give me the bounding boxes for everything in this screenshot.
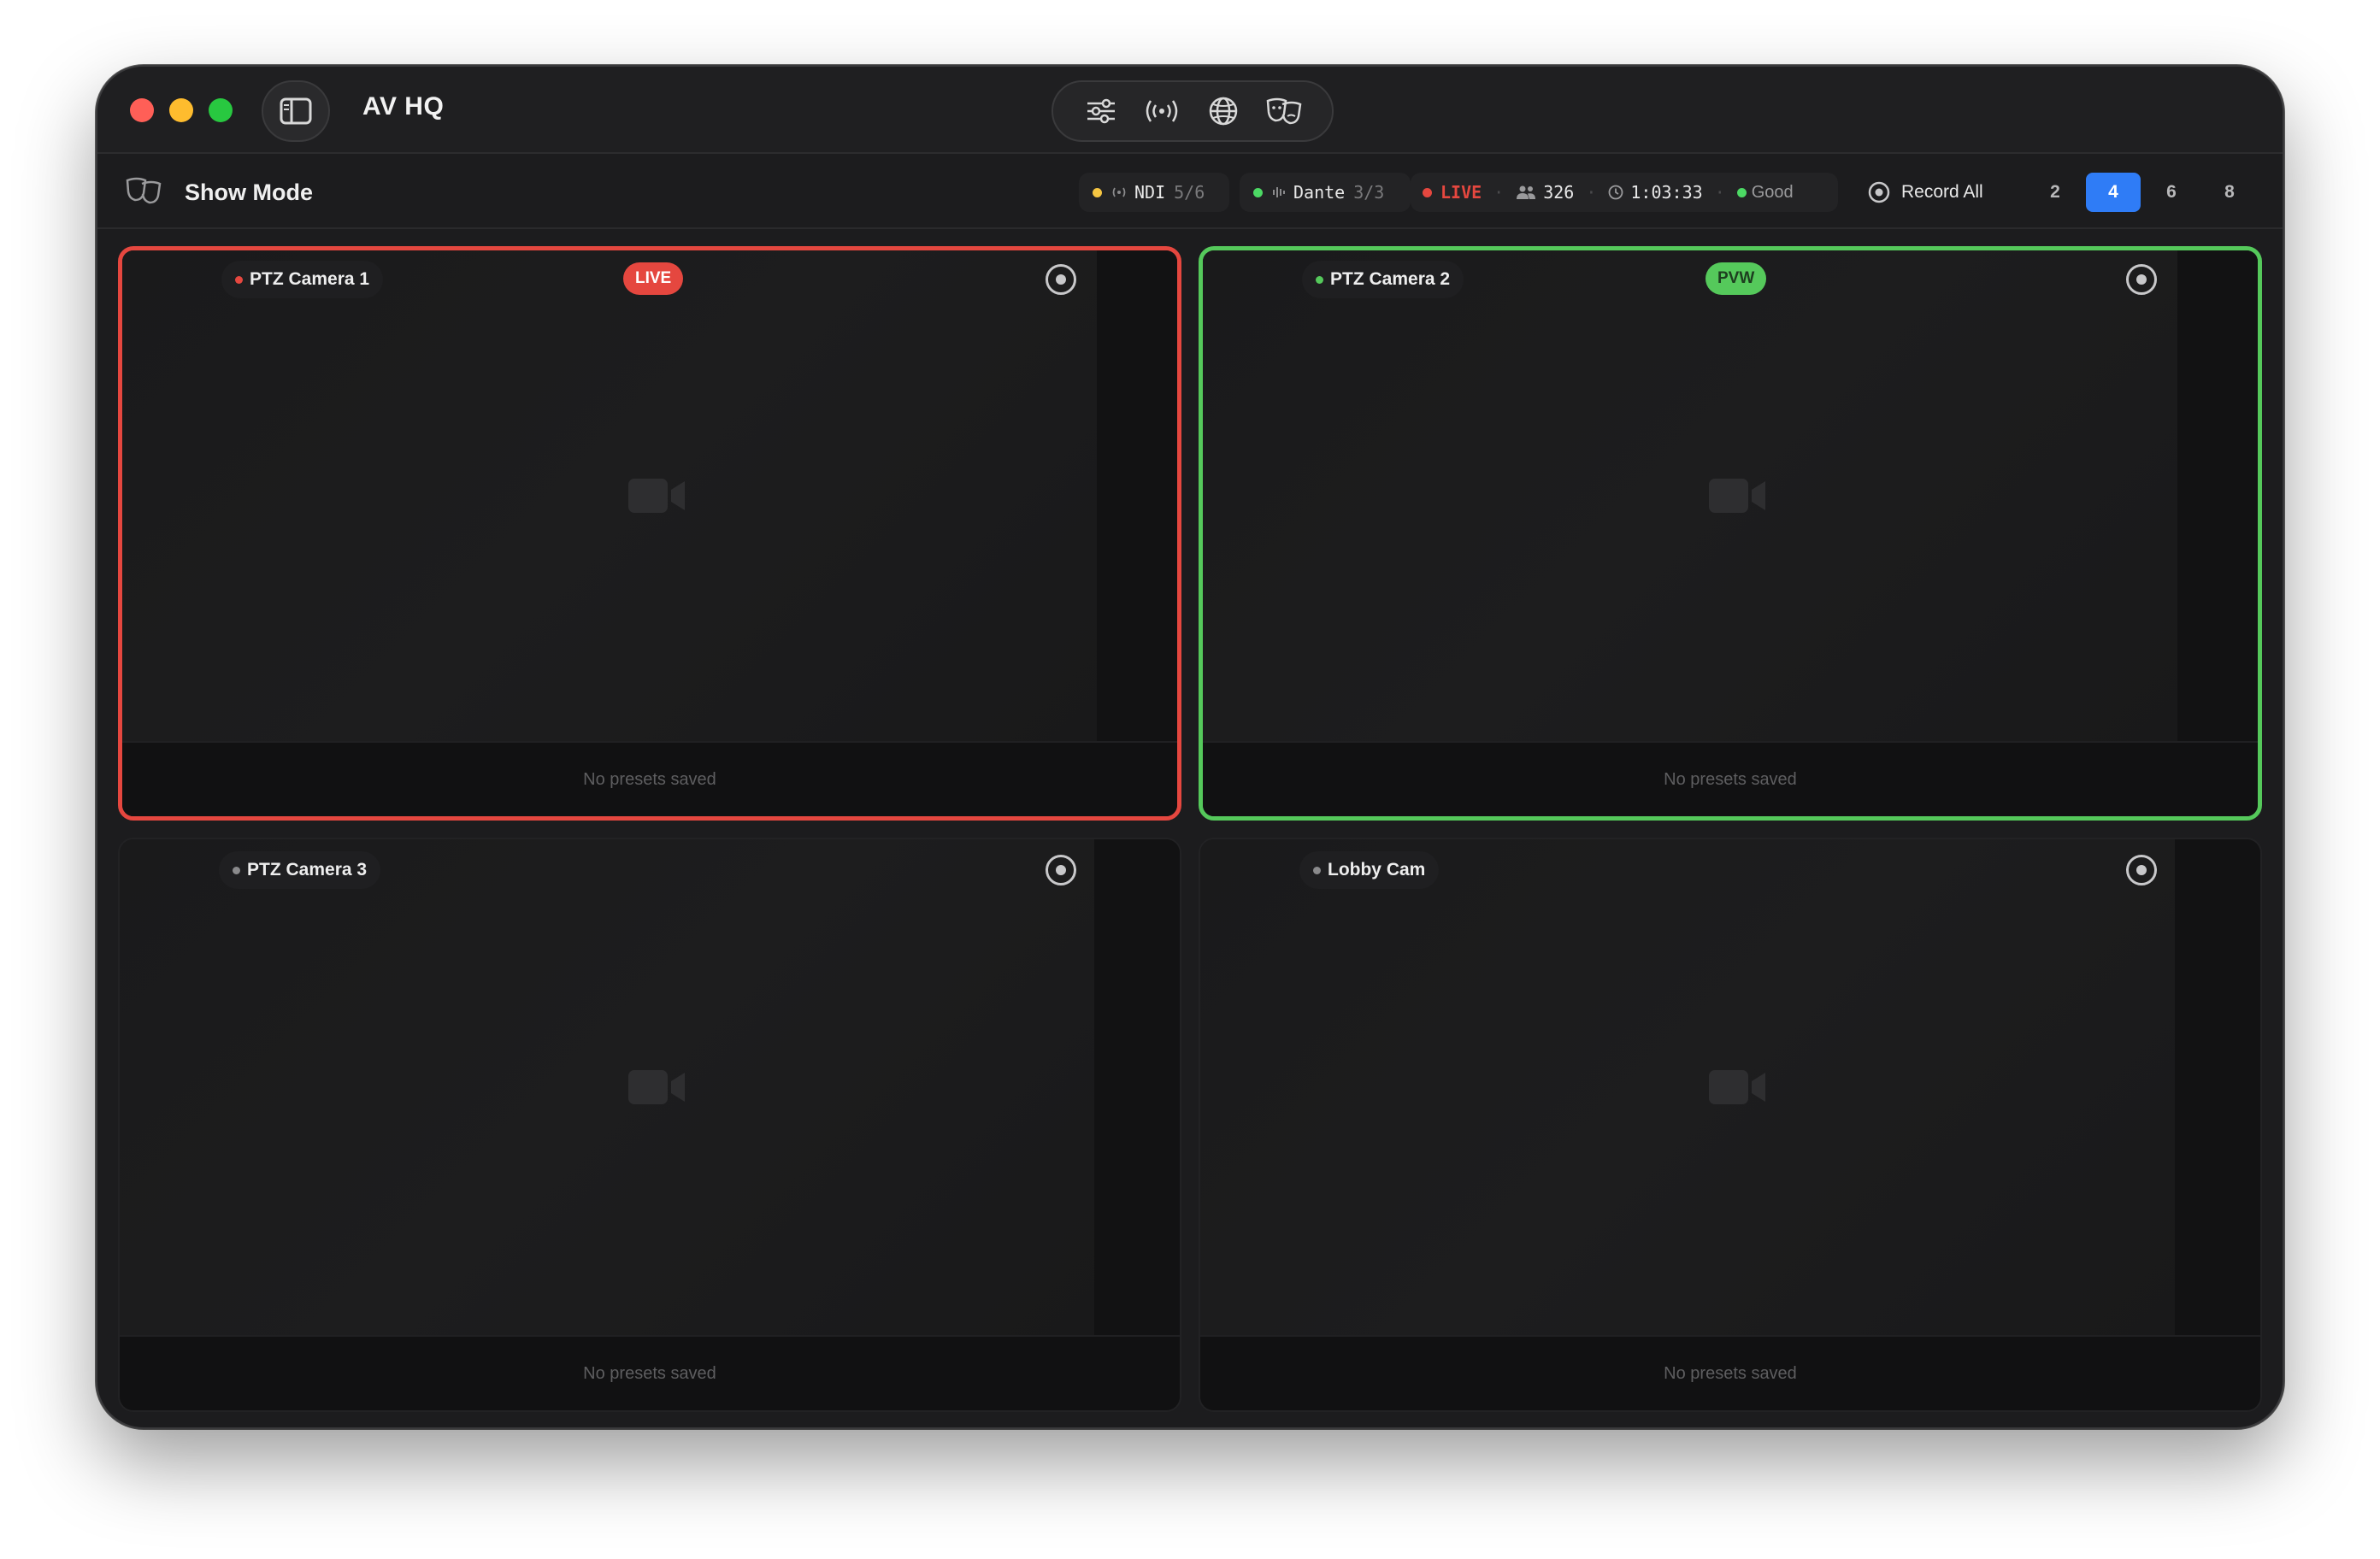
show-mode-indicator xyxy=(125,176,162,209)
record-icon xyxy=(1868,181,1890,203)
broadcast-button[interactable] xyxy=(1138,87,1186,135)
camera-tile-preview[interactable]: PTZ Camera 2 PVW No presets saved xyxy=(1199,246,2262,821)
live-tag: LIVE xyxy=(623,262,684,295)
record-camera-button[interactable] xyxy=(1046,855,1076,885)
camera-status-dot xyxy=(235,275,243,284)
ndi-status[interactable]: NDI 5/6 xyxy=(1079,173,1229,212)
grid-option-8[interactable]: 8 xyxy=(2202,173,2257,212)
camera-tile[interactable]: PTZ Camera 3 No presets saved xyxy=(118,838,1181,1412)
record-icon xyxy=(1056,865,1066,875)
camera-name: PTZ Camera 1 xyxy=(250,269,370,289)
viewers-icon xyxy=(1517,185,1536,199)
zoom-window-button[interactable] xyxy=(209,98,233,122)
health-status: Good xyxy=(1751,182,1794,202)
camera-name: PTZ Camera 2 xyxy=(1330,269,1451,289)
camera-name-chip: PTZ Camera 2 xyxy=(1302,261,1464,298)
camera-status-dot xyxy=(233,866,240,874)
camera-tile[interactable]: Lobby Cam No presets saved xyxy=(1199,838,2262,1412)
network-button[interactable] xyxy=(1199,87,1247,135)
video-feed xyxy=(1200,839,2175,1335)
video-feed xyxy=(1203,250,2177,741)
title-bar: AV HQ xyxy=(97,67,2283,154)
record-camera-button[interactable] xyxy=(2126,264,2157,295)
dante-status[interactable]: Dante 3/3 xyxy=(1240,173,1411,212)
antenna-icon xyxy=(1112,187,1126,197)
show-toolbar: Show Mode NDI 5/6 Dante 3/3 LIVE · 326 ·… xyxy=(97,156,2283,229)
theater-masks-icon xyxy=(126,177,162,204)
video-feed xyxy=(120,839,1094,1335)
clock-icon xyxy=(1608,185,1623,200)
minimize-window-button[interactable] xyxy=(169,98,193,122)
camera-name: PTZ Camera 3 xyxy=(247,860,368,880)
record-camera-button[interactable] xyxy=(1046,264,1076,295)
sidebar-toggle-button[interactable] xyxy=(262,80,330,142)
video-camera-icon xyxy=(628,1070,685,1104)
sidebar-icon xyxy=(280,97,312,125)
mode-label: Show Mode xyxy=(185,179,313,205)
ndi-label: NDI xyxy=(1134,182,1166,203)
video-camera-icon xyxy=(1709,479,1765,513)
camera-status-dot xyxy=(1313,866,1321,874)
video-camera-icon xyxy=(1709,1070,1765,1104)
live-stats: LIVE · 326 · 1:03:33 · Good xyxy=(1411,173,1838,212)
elapsed-time: 1:03:33 xyxy=(1630,182,1703,203)
live-label: LIVE xyxy=(1440,182,1482,203)
camera-name-chip: PTZ Camera 1 xyxy=(221,261,384,298)
health-dot xyxy=(1736,187,1747,197)
grid-option-4[interactable]: 4 xyxy=(2086,173,2141,212)
dante-count: 3/3 xyxy=(1353,182,1385,203)
record-icon xyxy=(2136,274,2147,285)
presets-bar: No presets saved xyxy=(122,741,1177,816)
dante-status-dot xyxy=(1253,187,1263,197)
settings-button[interactable] xyxy=(1077,87,1125,135)
camera-status-dot xyxy=(1316,275,1323,284)
record-all-label: Record All xyxy=(1901,182,1983,202)
theater-masks-icon xyxy=(1266,97,1302,125)
video-feed xyxy=(122,250,1097,741)
presets-bar: No presets saved xyxy=(1200,1335,2260,1410)
broadcast-icon xyxy=(1146,100,1178,122)
ndi-status-dot xyxy=(1093,187,1102,197)
preview-tag: PVW xyxy=(1705,262,1767,295)
camera-tile-live[interactable]: PTZ Camera 1 LIVE No presets saved xyxy=(118,246,1181,821)
globe-icon xyxy=(1209,97,1237,126)
video-camera-icon xyxy=(628,479,685,513)
presets-bar: No presets saved xyxy=(120,1335,1180,1410)
record-all-button[interactable]: Record All xyxy=(1867,173,1983,212)
app-window: AV HQ Show Mode NDI 5/6 Dante 3/3 LIVE ·… xyxy=(96,65,2284,1429)
camera-name: Lobby Cam xyxy=(1328,860,1426,880)
record-camera-button[interactable] xyxy=(2126,855,2157,885)
ndi-count: 5/6 xyxy=(1174,182,1205,203)
show-mode-button[interactable] xyxy=(1260,87,1308,135)
sliders-icon xyxy=(1087,98,1115,124)
record-icon xyxy=(1056,274,1066,285)
app-title: AV HQ xyxy=(362,92,445,121)
record-icon xyxy=(2136,865,2147,875)
viewer-count: 326 xyxy=(1543,182,1575,203)
audio-wave-icon xyxy=(1273,187,1285,197)
mode-switcher xyxy=(1052,80,1334,142)
presets-bar: No presets saved xyxy=(1203,741,2258,816)
camera-name-chip: PTZ Camera 3 xyxy=(219,851,381,889)
close-window-button[interactable] xyxy=(130,98,154,122)
live-dot xyxy=(1423,187,1432,197)
dante-label: Dante xyxy=(1293,182,1346,203)
grid-option-2[interactable]: 2 xyxy=(2028,173,2082,212)
grid-option-6[interactable]: 6 xyxy=(2144,173,2199,212)
camera-name-chip: Lobby Cam xyxy=(1299,851,1440,889)
